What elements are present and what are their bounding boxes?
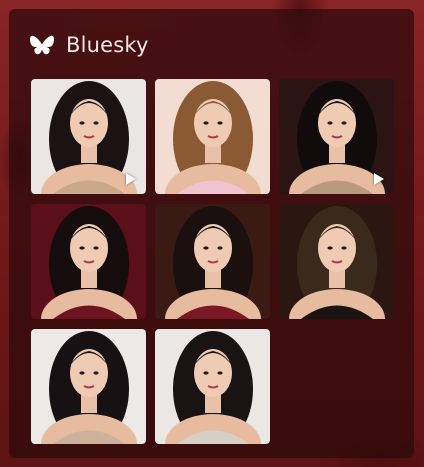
play-icon bbox=[374, 173, 384, 185]
butterfly-icon bbox=[30, 35, 54, 56]
gallery-thumbnail[interactable] bbox=[155, 79, 270, 194]
gallery-thumbnail[interactable] bbox=[31, 329, 146, 444]
gallery-thumbnail[interactable] bbox=[279, 204, 394, 319]
gallery-thumbnail[interactable] bbox=[31, 204, 146, 319]
header-title: Bluesky bbox=[66, 33, 149, 57]
gallery-thumbnail[interactable] bbox=[31, 79, 146, 194]
portrait-photo bbox=[155, 204, 270, 319]
gallery-thumbnail[interactable] bbox=[155, 329, 270, 444]
portrait-photo bbox=[31, 204, 146, 319]
photo-grid bbox=[31, 79, 394, 444]
portrait-photo bbox=[279, 204, 394, 319]
play-icon bbox=[126, 173, 136, 185]
portrait-photo bbox=[155, 329, 270, 444]
gallery-thumbnail[interactable] bbox=[155, 204, 270, 319]
gallery-thumbnail[interactable] bbox=[279, 79, 394, 194]
card-header: Bluesky bbox=[30, 33, 149, 57]
portrait-photo bbox=[31, 329, 146, 444]
portrait-photo bbox=[155, 79, 270, 194]
